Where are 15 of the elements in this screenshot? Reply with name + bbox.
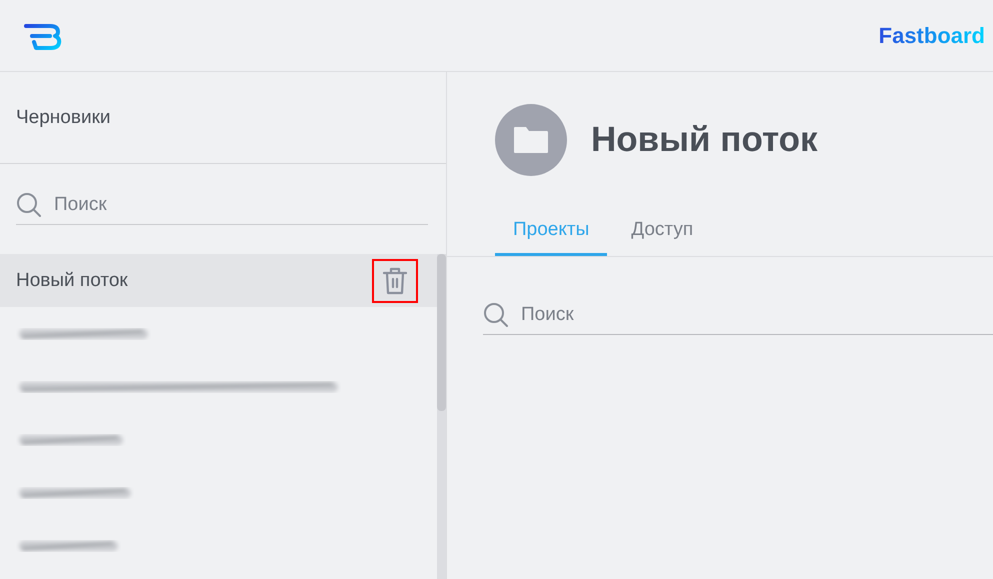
page-title: Новый поток bbox=[591, 120, 818, 160]
search-icon bbox=[16, 192, 42, 218]
item-label: Новый поток bbox=[16, 270, 128, 292]
search-icon bbox=[483, 302, 509, 328]
scrollbar[interactable] bbox=[437, 254, 446, 579]
logo-icon bbox=[24, 22, 62, 50]
delete-button[interactable] bbox=[372, 258, 418, 302]
search-field[interactable]: Поиск bbox=[519, 302, 993, 326]
folder-icon bbox=[512, 125, 550, 155]
search-field[interactable]: Поиск bbox=[52, 192, 428, 216]
list-item[interactable]: Новый поток bbox=[0, 254, 437, 307]
tab[interactable]: Доступ bbox=[613, 210, 712, 256]
tab[interactable]: Проекты bbox=[495, 210, 608, 256]
sidebar-title: Черновики bbox=[16, 106, 110, 128]
trash-icon bbox=[383, 266, 407, 294]
